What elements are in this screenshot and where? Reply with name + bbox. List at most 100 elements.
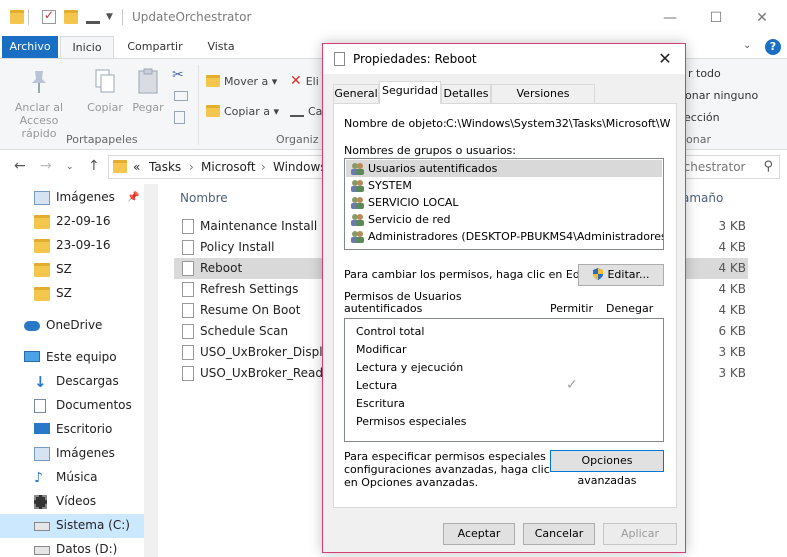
nav-item-sistema-c[interactable]: Sistema (C:) bbox=[0, 514, 144, 538]
pin-label-line2: Acceso rápido bbox=[19, 114, 59, 140]
folder-icon bbox=[34, 263, 50, 277]
onedrive-icon bbox=[24, 321, 40, 331]
object-name-label: Nombre de objeto: bbox=[344, 117, 447, 130]
images-icon bbox=[34, 191, 50, 205]
rename-icon[interactable] bbox=[86, 10, 100, 24]
select-all-button[interactable]: r todo bbox=[688, 67, 721, 80]
delete-button[interactable]: ✕ Eli bbox=[290, 73, 319, 89]
address-separator-icon[interactable]: › bbox=[261, 160, 266, 174]
cancel-button[interactable]: Cancelar bbox=[523, 523, 595, 545]
edit-button[interactable]: Editar... bbox=[578, 264, 664, 286]
select-none-button[interactable]: ionar ninguno bbox=[682, 89, 758, 102]
nav-item-22-09-16[interactable]: 22-09-16 bbox=[0, 210, 144, 234]
advanced-options-button[interactable]: Opciones avanzadas bbox=[550, 450, 664, 487]
tab-seguridad[interactable]: Seguridad bbox=[379, 81, 441, 104]
security-tab-panel: Nombre de objeto: C:\Windows\System32\Ta… bbox=[333, 103, 677, 508]
computer-icon bbox=[24, 351, 40, 362]
file-icon bbox=[182, 219, 194, 234]
deny-header: Denegar bbox=[606, 302, 654, 315]
address-overflow-chevron[interactable]: « bbox=[133, 160, 140, 174]
search-icon: ⚲ bbox=[763, 159, 773, 174]
nav-item-imagenes-pinned[interactable]: Imágenes 📌 bbox=[0, 186, 144, 210]
customize-toolbar-chevron-icon[interactable]: ▼ bbox=[106, 12, 120, 26]
nav-item-descargas[interactable]: ↓ Descargas bbox=[0, 370, 144, 394]
music-icon: ♪ bbox=[34, 470, 43, 486]
properties-icon[interactable]: ✓ bbox=[42, 8, 56, 24]
paste-label: Pegar bbox=[132, 101, 164, 114]
help-icon[interactable]: ? bbox=[765, 39, 781, 55]
groups-listbox[interactable]: Usuarios autentificados SYSTEM SERVICIO … bbox=[344, 158, 664, 250]
group-row-administradores[interactable]: Administradores (DESKTOP-PBUKMS4\Adminis… bbox=[346, 228, 663, 245]
edit-button-label: Editar... bbox=[607, 268, 650, 281]
apply-button[interactable]: Aplicar bbox=[603, 523, 677, 545]
permissions-list[interactable]: Control total Modificar Lectura y ejecuc… bbox=[344, 318, 664, 442]
nav-item-este-equipo[interactable]: Este equipo bbox=[0, 346, 144, 370]
dialog-titlebar: Propiedades: Reboot ✕ bbox=[323, 44, 685, 74]
object-name-value: C:\Windows\System32\Tasks\Microsoft\Wind… bbox=[446, 117, 670, 130]
dialog-close-button[interactable]: ✕ bbox=[651, 48, 679, 70]
nav-item-sz-2[interactable]: SZ bbox=[0, 282, 144, 306]
address-segment-windows[interactable]: Windows bbox=[273, 160, 327, 174]
tab-inicio[interactable]: Inicio bbox=[60, 36, 114, 58]
search-input[interactable]: rchestrator ⚲ bbox=[672, 155, 780, 179]
nav-item-imagenes[interactable]: Imágenes bbox=[0, 442, 144, 466]
rename-button[interactable]: Ca bbox=[290, 105, 322, 118]
group-row-servicio-de-red[interactable]: Servicio de red bbox=[346, 211, 662, 228]
tab-vista[interactable]: Vista bbox=[198, 36, 244, 58]
folder-icon bbox=[34, 215, 50, 229]
copy-button[interactable]: Copiar bbox=[86, 67, 124, 114]
group-row-servicio-local[interactable]: SERVICIO LOCAL bbox=[346, 194, 662, 211]
expand-ribbon-chevron-icon[interactable]: ⌄ bbox=[743, 40, 751, 51]
tab-versiones-anteriores[interactable]: Versiones anteriores bbox=[491, 84, 595, 118]
up-button[interactable]: ↑ bbox=[88, 158, 100, 174]
move-to-button[interactable]: Mover a ▾ bbox=[206, 75, 277, 88]
column-header-size[interactable]: amaño bbox=[682, 191, 723, 205]
window-title: UpdateOrchestrator bbox=[132, 10, 252, 24]
recent-locations-chevron-icon[interactable]: ⌄ bbox=[66, 162, 74, 172]
pin-icon[interactable]: 📌 bbox=[127, 192, 139, 203]
tab-general[interactable]: General bbox=[333, 84, 379, 103]
column-header-name[interactable]: Nombre bbox=[180, 191, 228, 205]
copy-label: Copiar bbox=[87, 101, 123, 114]
back-button[interactable]: ← bbox=[14, 158, 26, 174]
advanced-hint-line3: en Opciones avanzadas. bbox=[344, 476, 479, 489]
ok-button[interactable]: Aceptar bbox=[443, 523, 515, 545]
address-segment-microsoft[interactable]: Microsoft bbox=[201, 160, 256, 174]
tab-detalles[interactable]: Detalles bbox=[441, 84, 491, 103]
file-icon bbox=[182, 366, 194, 381]
paste-button[interactable]: Pegar bbox=[130, 67, 166, 114]
nav-item-datos-d[interactable]: Datos (D:) bbox=[0, 538, 144, 557]
nav-item-escritorio[interactable]: Escritorio bbox=[0, 418, 144, 442]
new-folder-icon[interactable] bbox=[64, 10, 78, 24]
copy-path-icon[interactable] bbox=[174, 91, 188, 101]
nav-item-documentos[interactable]: Documentos bbox=[0, 394, 144, 418]
address-separator-icon[interactable]: › bbox=[189, 160, 194, 174]
cut-icon[interactable]: ✂ bbox=[172, 67, 184, 83]
drive-icon bbox=[34, 522, 50, 531]
edit-hint: Para cambiar los permisos, haga clic en … bbox=[344, 268, 601, 281]
close-button[interactable]: ✕ bbox=[742, 6, 782, 30]
group-row-system[interactable]: SYSTEM bbox=[346, 177, 662, 194]
tab-compartir[interactable]: Compartir bbox=[122, 36, 188, 58]
nav-item-onedrive[interactable]: OneDrive bbox=[0, 314, 144, 338]
copy-icon bbox=[93, 67, 117, 97]
address-segment-tasks[interactable]: Tasks bbox=[149, 160, 181, 174]
nav-item-videos[interactable]: Vídeos bbox=[0, 490, 144, 514]
navigation-scrollbar[interactable] bbox=[144, 184, 158, 557]
invert-selection-button[interactable]: ección bbox=[684, 111, 720, 124]
images-icon bbox=[34, 447, 50, 461]
nav-item-sz[interactable]: SZ bbox=[0, 258, 144, 282]
uac-shield-icon bbox=[592, 267, 604, 280]
paste-shortcut-icon[interactable] bbox=[174, 111, 185, 124]
copy-to-button[interactable]: Copiar a ▾ bbox=[206, 105, 279, 118]
nav-item-23-09-16[interactable]: 23-09-16 bbox=[0, 234, 144, 258]
nav-item-musica[interactable]: ♪ Música bbox=[0, 466, 144, 490]
maximize-button[interactable]: ☐ bbox=[696, 6, 736, 30]
forward-button[interactable]: → bbox=[40, 158, 52, 174]
group-row-usuarios-autentificados[interactable]: Usuarios autentificados bbox=[346, 160, 662, 177]
tab-archivo[interactable]: Archivo bbox=[2, 36, 58, 58]
pin-quick-access-button[interactable]: Anclar al Acceso rápido bbox=[8, 67, 70, 140]
permissions-label-line2: autentificados bbox=[344, 302, 423, 315]
minimize-button[interactable]: — bbox=[650, 6, 690, 30]
documents-icon bbox=[34, 399, 46, 413]
